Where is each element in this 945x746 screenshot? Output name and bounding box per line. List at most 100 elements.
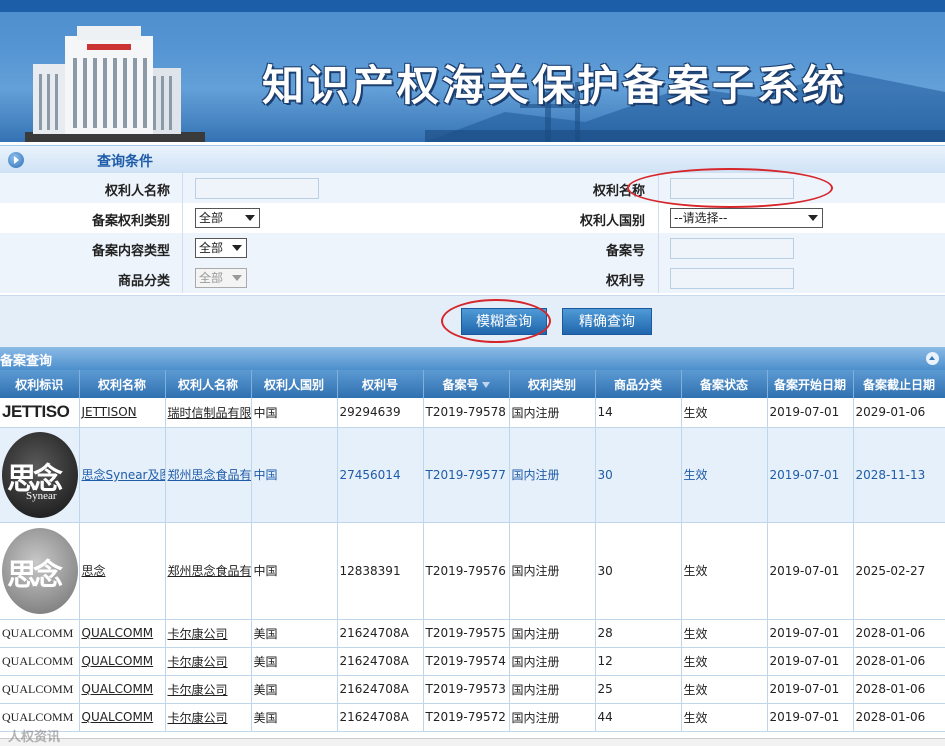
- record-no-label: 备案号: [605, 244, 645, 259]
- owner-country-select[interactable]: --请选择--: [670, 208, 823, 228]
- col-header-country[interactable]: 权利人国别: [251, 370, 338, 398]
- start-cell: 2019-07-01: [767, 427, 854, 523]
- status-cell: 生效: [681, 703, 768, 732]
- status-cell: 生效: [681, 675, 768, 704]
- results-header: 备案查询: [0, 347, 945, 370]
- right-no-cell: 29294639: [337, 398, 424, 428]
- right-category-label: 备案权利类别: [91, 214, 170, 229]
- type-cell: 国内注册: [509, 703, 596, 732]
- country-cell: 美国: [251, 703, 338, 732]
- right-name-link[interactable]: 思念: [79, 522, 166, 620]
- siniang-logo-image: 思念: [2, 527, 78, 614]
- status-cell: 生效: [681, 619, 768, 648]
- class-cell: 30: [595, 427, 682, 523]
- end-cell: 2028-01-06: [853, 647, 945, 676]
- mark-logo: QUALCOMM: [0, 647, 80, 676]
- class-cell: 25: [595, 675, 682, 704]
- table-row[interactable]: 思念 Synear 思念Synear及图 郑州思念食品有 中国 27456014…: [0, 427, 945, 523]
- results-title: 备案查询: [0, 354, 53, 369]
- type-cell: 国内注册: [509, 427, 596, 523]
- country-cell: 中国: [251, 522, 338, 620]
- chevron-down-icon: [232, 245, 242, 251]
- country-cell: 美国: [251, 647, 338, 676]
- class-cell: 30: [595, 522, 682, 620]
- country-cell: 美国: [251, 675, 338, 704]
- start-cell: 2019-07-01: [767, 619, 854, 648]
- col-header-class[interactable]: 商品分类: [595, 370, 682, 398]
- table-row[interactable]: QUALCOMM QUALCOMM 卡尔康公司 美国 21624708A T20…: [0, 675, 945, 704]
- right-name-link[interactable]: JETTISON: [79, 398, 166, 428]
- goods-class-select[interactable]: 全部: [195, 268, 247, 288]
- record-no-cell: T2019-79572: [423, 703, 510, 732]
- country-cell: 中国: [251, 398, 338, 428]
- header-banner: 知识产权海关保护备案子系统: [0, 0, 945, 142]
- country-cell: 美国: [251, 619, 338, 648]
- owner-link[interactable]: 卡尔康公司: [165, 703, 252, 732]
- banner-top-stripe: [0, 0, 945, 12]
- owner-link[interactable]: 郑州思念食品有: [165, 522, 252, 620]
- results-table: 权利标识 权利名称 权利人名称 权利人国别 权利号 备案号 权利类别 商品分类 …: [0, 370, 945, 732]
- table-row[interactable]: JETTISO JETTISON 瑞时信制品有限 中国 29294639 T20…: [0, 398, 945, 428]
- owner-link[interactable]: 卡尔康公司: [165, 619, 252, 648]
- record-no-cell: T2019-79578: [423, 398, 510, 428]
- record-no-cell: T2019-79576: [423, 522, 510, 620]
- end-cell: 2028-01-06: [853, 619, 945, 648]
- status-bar: [0, 738, 945, 746]
- type-cell: 国内注册: [509, 398, 596, 428]
- right-name-link[interactable]: 思念Synear及图: [79, 427, 166, 523]
- owner-link[interactable]: 郑州思念食品有: [165, 427, 252, 523]
- class-cell: 28: [595, 619, 682, 648]
- right-name-link[interactable]: QUALCOMM: [79, 675, 166, 704]
- record-no-cell: T2019-79573: [423, 675, 510, 704]
- owner-name-input[interactable]: [195, 178, 319, 199]
- table-header-row: 权利标识 权利名称 权利人名称 权利人国别 权利号 备案号 权利类别 商品分类 …: [0, 370, 945, 398]
- exact-search-button[interactable]: 精确查询: [562, 308, 652, 335]
- type-cell: 国内注册: [509, 647, 596, 676]
- right-no-cell: 21624708A: [337, 703, 424, 732]
- right-category-select[interactable]: 全部: [195, 208, 260, 228]
- record-no-input[interactable]: [670, 238, 794, 259]
- mark-logo: JETTISO: [0, 398, 80, 428]
- collapse-icon[interactable]: [926, 352, 939, 365]
- col-header-record-no[interactable]: 备案号: [423, 370, 510, 398]
- right-no-input[interactable]: [670, 268, 794, 289]
- query-conditions-header: 查询条件: [0, 145, 945, 173]
- end-cell: 2028-01-06: [853, 703, 945, 732]
- col-header-right-no[interactable]: 权利号: [337, 370, 424, 398]
- class-cell: 12: [595, 647, 682, 676]
- content-type-select[interactable]: 全部: [195, 238, 247, 258]
- status-cell: 生效: [681, 398, 768, 428]
- right-name-link[interactable]: QUALCOMM: [79, 703, 166, 732]
- sort-desc-icon: [481, 382, 490, 388]
- synear-logo-image: 思念 Synear: [2, 431, 78, 518]
- right-no-cell: 21624708A: [337, 619, 424, 648]
- col-header-name[interactable]: 权利名称: [79, 370, 166, 398]
- owner-name-label: 权利人名称: [104, 184, 170, 199]
- expand-circle-icon[interactable]: [8, 152, 24, 168]
- col-header-mark[interactable]: 权利标识: [0, 370, 80, 398]
- table-row[interactable]: QUALCOMM QUALCOMM 卡尔康公司 美国 21624708A T20…: [0, 619, 945, 648]
- col-header-end[interactable]: 备案截止日期: [853, 370, 945, 398]
- right-name-link[interactable]: QUALCOMM: [79, 647, 166, 676]
- class-cell: 44: [595, 703, 682, 732]
- table-row[interactable]: QUALCOMM QUALCOMM 卡尔康公司 美国 21624708A T20…: [0, 703, 945, 732]
- content-type-label: 备案内容类型: [91, 244, 170, 259]
- type-cell: 国内注册: [509, 522, 596, 620]
- annotation-ring-fuzzy-search: [441, 299, 551, 343]
- right-name-link[interactable]: QUALCOMM: [79, 619, 166, 648]
- table-row[interactable]: 思念 思念 郑州思念食品有 中国 12838391 T2019-79576 国内…: [0, 522, 945, 620]
- col-header-type[interactable]: 权利类别: [509, 370, 596, 398]
- start-cell: 2019-07-01: [767, 675, 854, 704]
- col-header-status[interactable]: 备案状态: [681, 370, 768, 398]
- mark-logo: 思念: [0, 522, 80, 620]
- owner-link[interactable]: 瑞时信制品有限: [165, 398, 252, 428]
- mark-logo: QUALCOMM: [0, 619, 80, 648]
- owner-link[interactable]: 卡尔康公司: [165, 647, 252, 676]
- end-cell: 2028-11-13: [853, 427, 945, 523]
- table-row[interactable]: QUALCOMM QUALCOMM 卡尔康公司 美国 21624708A T20…: [0, 647, 945, 676]
- col-header-owner[interactable]: 权利人名称: [165, 370, 252, 398]
- owner-link[interactable]: 卡尔康公司: [165, 675, 252, 704]
- end-cell: 2029-01-06: [853, 398, 945, 428]
- query-row-goods-class: 商品分类 全部 权利号: [0, 263, 945, 293]
- col-header-start[interactable]: 备案开始日期: [767, 370, 854, 398]
